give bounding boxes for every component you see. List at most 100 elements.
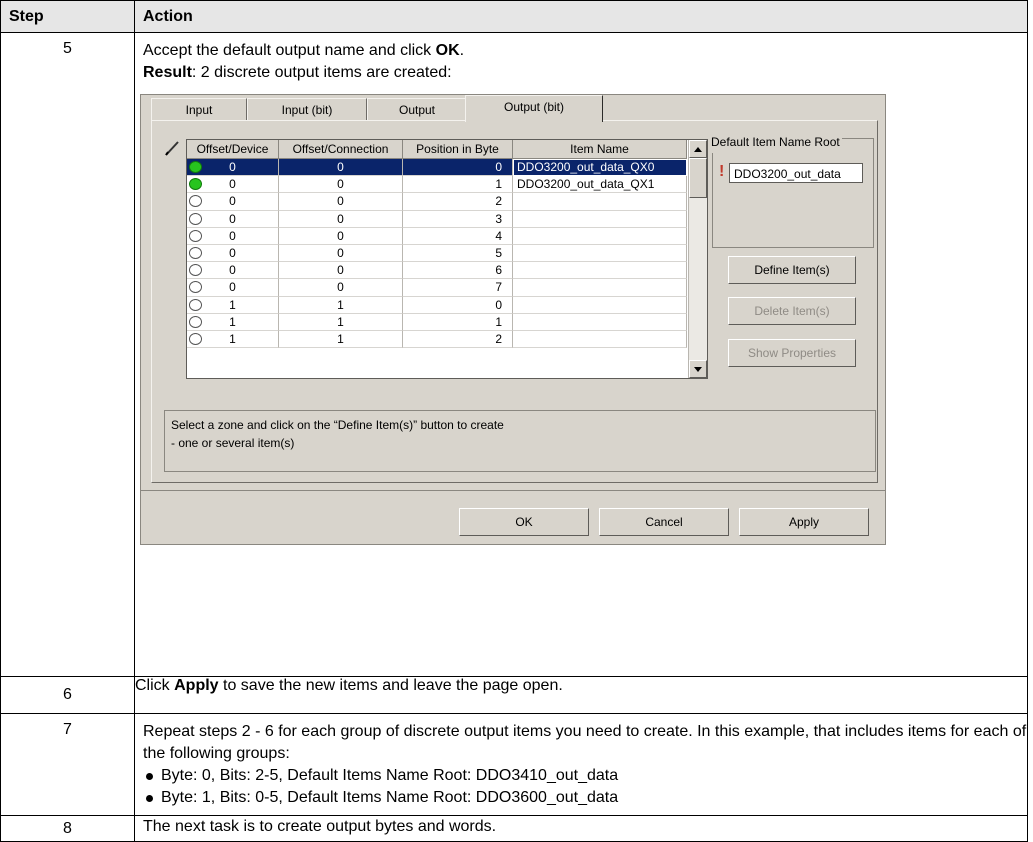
table-row[interactable]: 0 0 1 DDO3200_out_data_QX1 <box>187 176 687 194</box>
instruction-text: Click <box>135 677 175 694</box>
step-action: Accept the default output name and click… <box>134 32 1028 677</box>
instruction-line: Accept the default output name and click… <box>143 40 1027 62</box>
define-items-button[interactable]: Define Item(s) <box>728 256 856 284</box>
grid-cell-offset-device: 1 <box>187 313 279 331</box>
scroll-up-button[interactable] <box>689 140 707 158</box>
group-list: Byte: 0, Bits: 2-5, Default Items Name R… <box>143 765 1027 809</box>
result-text: : 2 discrete output items are created: <box>191 64 452 81</box>
procedure-table: Step Action 5 Accept the default output … <box>0 0 1028 842</box>
scroll-down-button[interactable] <box>689 360 707 378</box>
hint-line: Select a zone and click on the “Define I… <box>171 418 504 432</box>
hint-line: - one or several item(s) <box>171 436 295 450</box>
grid-cell-item-name <box>513 193 687 211</box>
grid-cell-position: 7 <box>403 279 513 297</box>
grid-cell-position: 1 <box>403 176 513 194</box>
tab-input[interactable]: Input <box>151 98 247 121</box>
status-on-icon <box>189 161 202 173</box>
step-column-header: Step <box>0 0 135 33</box>
pencil-icon <box>165 141 179 156</box>
list-item: Byte: 1, Bits: 0-5, Default Items Name R… <box>143 787 1027 809</box>
status-off-icon <box>189 298 202 311</box>
items-grid[interactable]: Offset/Device Offset/Connection Position… <box>186 139 708 379</box>
status-off-icon <box>189 264 202 277</box>
output-bit-dialog: Input Input (bit) Output Output (bit) Of <box>140 94 886 545</box>
grid-cell-item-name <box>513 210 687 228</box>
grid-cell-offset-device: 0 <box>187 193 279 211</box>
grid-cell-offset-device: 0 <box>187 279 279 297</box>
tab-input-bit[interactable]: Input (bit) <box>247 98 367 121</box>
scroll-thumb[interactable] <box>689 158 707 198</box>
status-on-icon <box>189 178 202 191</box>
step-number: 5 <box>0 32 135 677</box>
grid-cell-offset-device: 1 <box>187 296 279 314</box>
grid-cell-position: 1 <box>403 313 513 331</box>
table-row[interactable]: 002 <box>187 193 687 211</box>
default-root-input[interactable]: DDO3200_out_data <box>729 163 863 183</box>
table-row: 6 Click Apply to save the new items and … <box>0 676 1028 714</box>
grid-header-offset-connection[interactable]: Offset/Connection <box>279 140 403 159</box>
instruction-bold: OK <box>435 42 460 59</box>
grid-cell-item-name <box>513 227 687 245</box>
grid-cell-offset-connection: 1 <box>279 296 403 314</box>
grid-cell-offset-device: 0 <box>187 176 279 194</box>
cancel-button[interactable]: Cancel <box>599 508 729 536</box>
grid-cell-position: 0 <box>403 296 513 314</box>
grid-header-offset-device[interactable]: Offset/Device <box>187 140 279 159</box>
default-root-group: Default Item Name Root ! DDO3200_out_dat… <box>709 131 874 248</box>
status-off-icon <box>189 246 202 259</box>
grid-header-position[interactable]: Position in Byte <box>403 140 513 159</box>
grid-cell-offset-connection: 0 <box>279 279 403 297</box>
delete-items-button[interactable]: Delete Item(s) <box>728 297 856 325</box>
grid-cell-offset-connection: 0 <box>279 159 403 177</box>
table-row[interactable]: 112 <box>187 330 687 349</box>
warning-icon: ! <box>719 163 725 180</box>
step-action: The next task is to create output bytes … <box>134 815 1028 842</box>
result-label: Result <box>143 64 192 81</box>
grid-header-item-name[interactable]: Item Name <box>513 140 687 159</box>
table-row[interactable]: 110 <box>187 296 687 314</box>
table-row[interactable]: 004 <box>187 227 687 245</box>
table-row[interactable]: 006 <box>187 262 687 280</box>
grid-cell-offset-device: 0 <box>187 159 279 177</box>
table-row[interactable]: 0 0 0 DDO3200_out_data_QX0 <box>187 159 687 177</box>
grid-header: Offset/Device Offset/Connection Position… <box>187 140 687 159</box>
status-off-icon <box>189 195 202 208</box>
grid-cell-offset-connection: 1 <box>279 313 403 331</box>
action-column-header: Action <box>134 0 1028 33</box>
table-row[interactable]: 111 <box>187 313 687 331</box>
status-off-icon <box>189 229 202 242</box>
arrow-up-icon <box>694 146 702 152</box>
grid-cell-item-name: DDO3200_out_data_QX1 <box>513 176 687 194</box>
status-off-icon <box>189 281 202 294</box>
grid-cell-item-name <box>513 279 687 297</box>
apply-button[interactable]: Apply <box>739 508 869 536</box>
grid-cell-offset-connection: 0 <box>279 262 403 280</box>
grid-scrollbar[interactable] <box>688 140 707 378</box>
grid-cell-offset-connection: 1 <box>279 330 403 349</box>
table-row[interactable]: 003 <box>187 210 687 228</box>
table-row[interactable]: 007 <box>187 279 687 297</box>
step-number: 8 <box>0 815 135 842</box>
grid-cell-item-name <box>513 313 687 331</box>
tab-output[interactable]: Output <box>367 98 467 121</box>
grid-cell-offset-connection: 0 <box>279 193 403 211</box>
grid-cell-position: 4 <box>403 227 513 245</box>
grid-cell-item-name <box>513 262 687 280</box>
tab-panel: Offset/Device Offset/Connection Position… <box>151 120 878 483</box>
status-off-icon <box>189 332 202 345</box>
default-root-label: Default Item Name Root <box>709 131 842 153</box>
show-properties-button[interactable]: Show Properties <box>728 339 856 367</box>
table-row: 5 Accept the default output name and cli… <box>0 32 1028 677</box>
tab-output-bit[interactable]: Output (bit) <box>465 95 603 122</box>
grid-cell-item-name: DDO3200_out_data_QX0 <box>513 159 687 177</box>
table-row: 7 Repeat steps 2 - 6 for each group of d… <box>0 713 1028 816</box>
table-row[interactable]: 005 <box>187 244 687 263</box>
grid-cell-offset-device: 0 <box>187 210 279 228</box>
ok-button[interactable]: OK <box>459 508 589 536</box>
result-line: Result: 2 discrete output items are crea… <box>143 62 1027 84</box>
table-row: 8 The next task is to create output byte… <box>0 815 1028 842</box>
grid-cell-offset-connection: 0 <box>279 176 403 194</box>
instruction-bold: Apply <box>174 677 219 694</box>
grid-cell-offset-device: 1 <box>187 330 279 349</box>
step-number: 6 <box>0 676 135 714</box>
